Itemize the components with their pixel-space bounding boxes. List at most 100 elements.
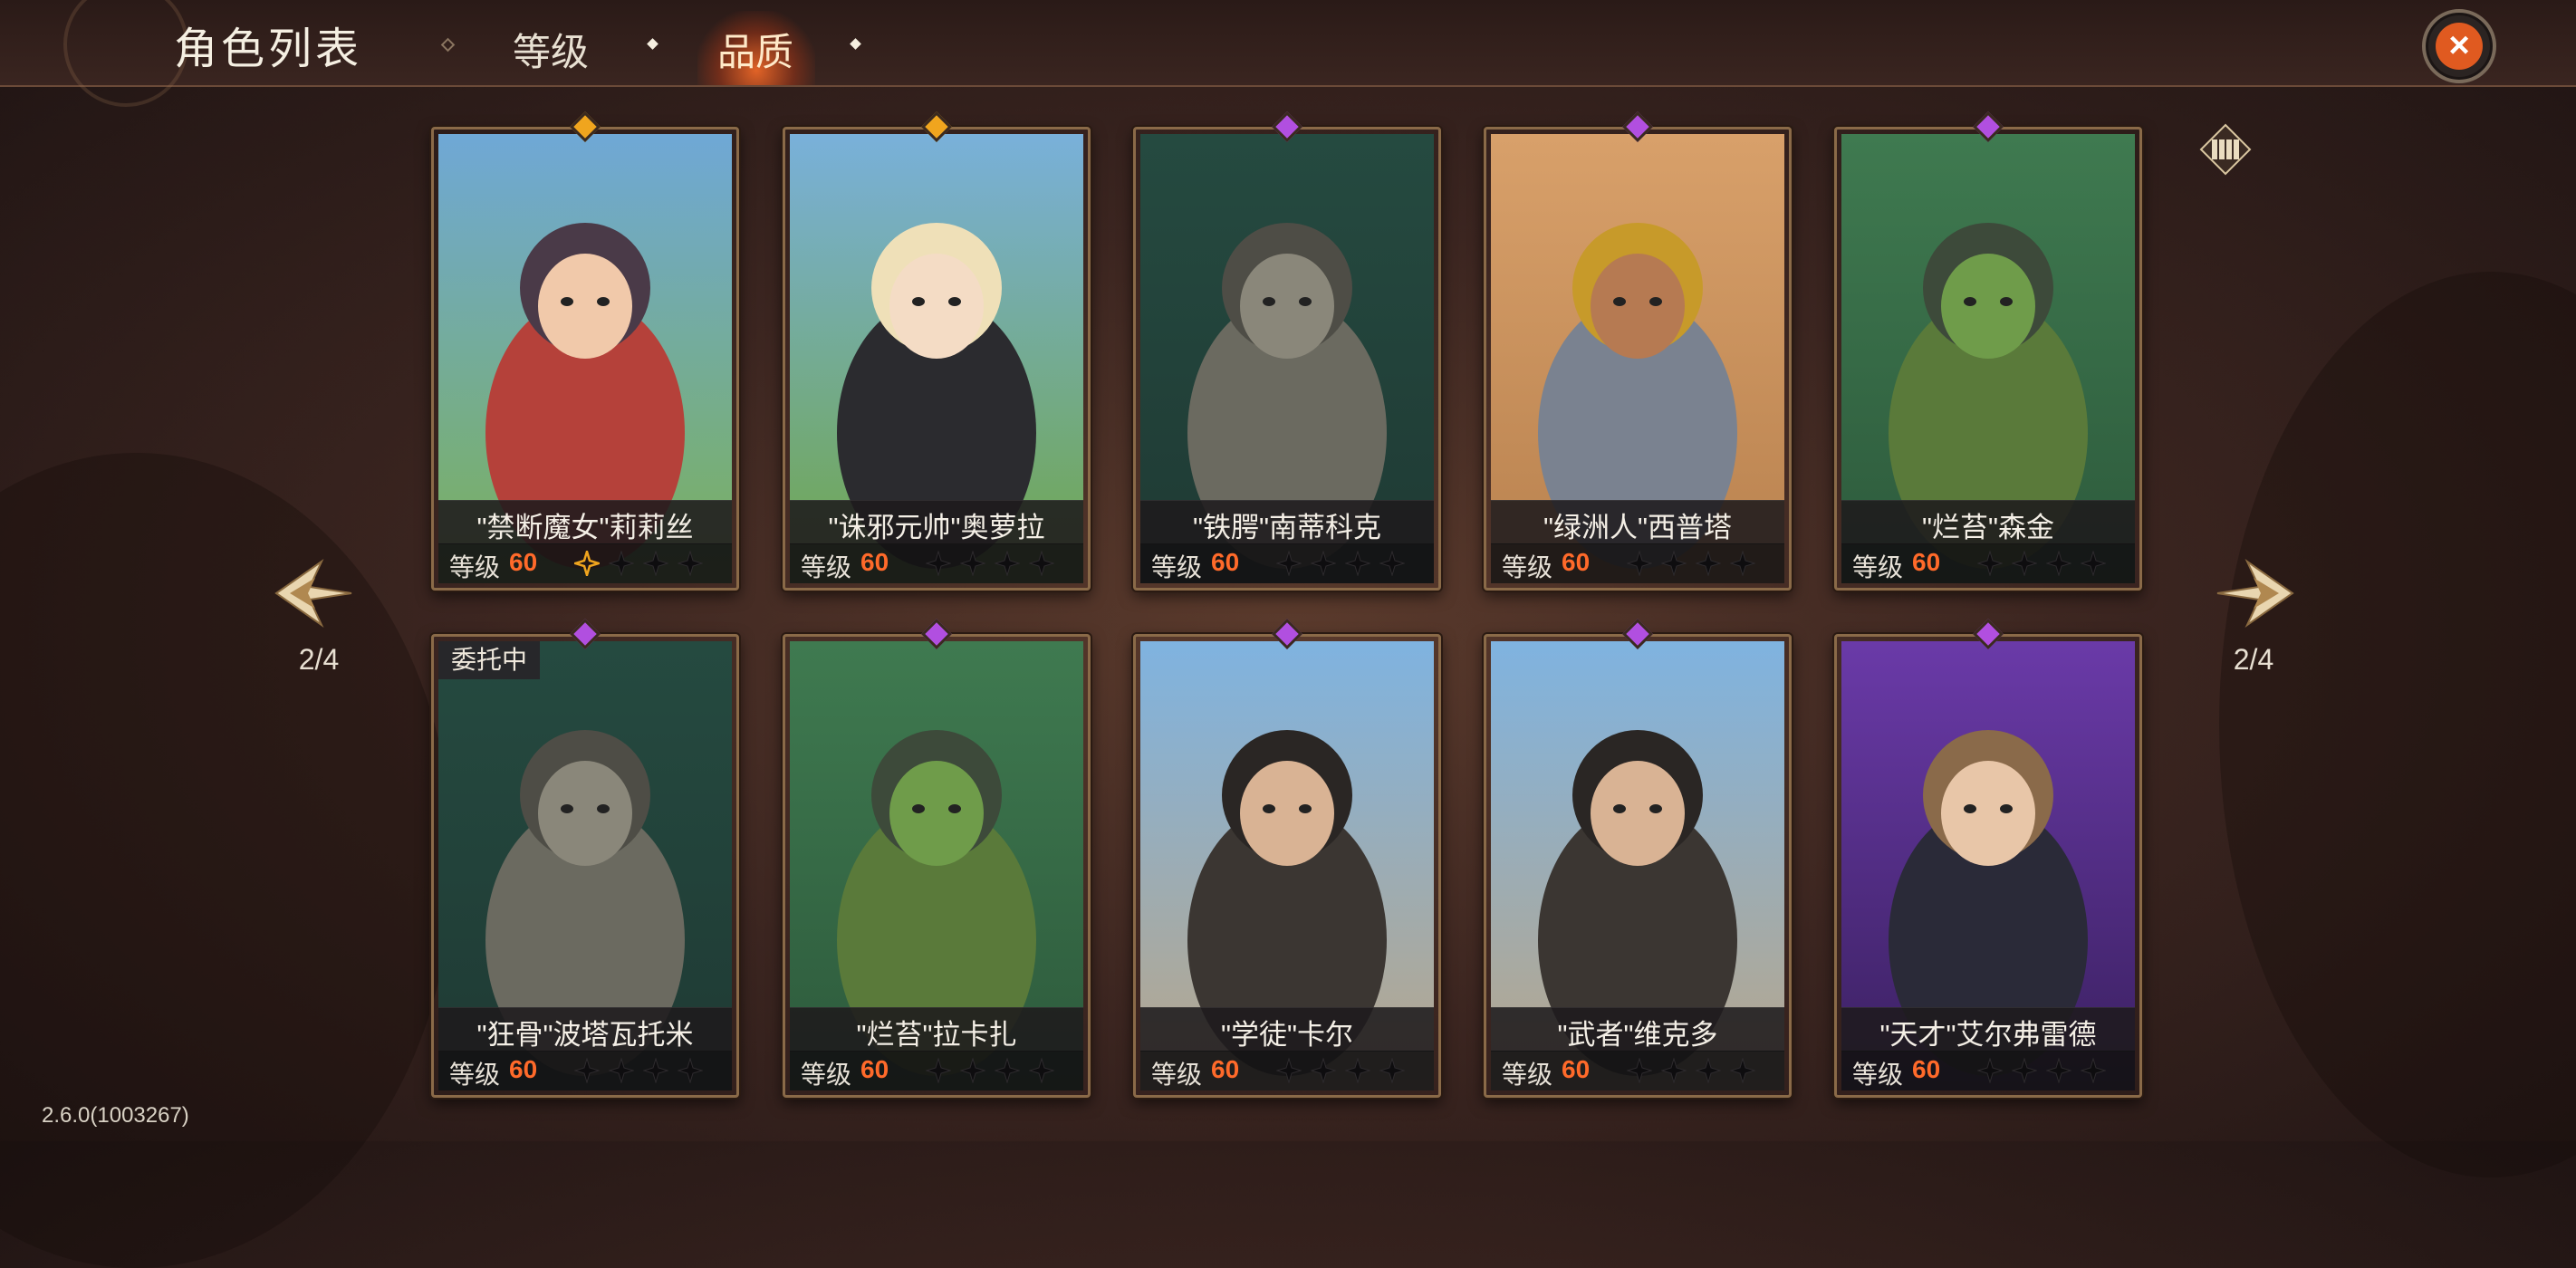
character-name: "天才"艾尔弗雷德: [1879, 1019, 2097, 1051]
star-empty-icon: [1977, 551, 2003, 576]
character-name: "烂苔"森金: [1921, 512, 2054, 543]
version-label: 2.6.0(1003267): [42, 1103, 189, 1128]
star-empty-icon: [1379, 1058, 1405, 1083]
star-empty-icon: [1276, 551, 1302, 576]
star-empty-icon: [995, 551, 1020, 576]
level-value: 60: [1912, 1055, 1941, 1083]
name-bar: "天才"艾尔弗雷德: [1841, 1007, 2135, 1052]
star-empty-icon: [2046, 551, 2071, 576]
name-bar: "禁断魔女"莉莉丝: [438, 500, 732, 544]
star-rating: [926, 1058, 1063, 1085]
character-name: "烂苔"拉卡扎: [856, 1019, 1017, 1051]
star-rating: [574, 1058, 712, 1085]
level-value: 60: [860, 548, 889, 576]
level-bar: 等级 60: [1841, 543, 2135, 583]
star-rating: [1276, 551, 1414, 578]
character-card[interactable]: "诛邪元帅"奥萝拉 等级 60: [783, 111, 1091, 591]
level-label: 等级: [1151, 553, 1203, 581]
level-bar: 等级 60: [790, 1051, 1083, 1090]
star-empty-icon: [1345, 551, 1370, 576]
star-empty-icon: [2081, 1058, 2106, 1083]
star-rating: [574, 551, 712, 578]
grid-view-icon[interactable]: [2199, 123, 2252, 176]
level-label: 等级: [801, 1061, 852, 1089]
tab-separator-icon: [647, 38, 658, 50]
star-empty-icon: [1311, 1058, 1336, 1083]
name-bar: "诛邪元帅"奥萝拉: [790, 500, 1083, 544]
star-empty-icon: [643, 1058, 668, 1083]
star-empty-icon: [1311, 551, 1336, 576]
star-empty-icon: [643, 551, 668, 576]
star-empty-icon: [1379, 551, 1405, 576]
character-name: "学徒"卡尔: [1220, 1019, 1353, 1051]
level-bar: 等级 60: [1491, 543, 1784, 583]
star-empty-icon: [678, 1058, 703, 1083]
level-bar: 等级 60: [1491, 1051, 1784, 1090]
star-empty-icon: [678, 551, 703, 576]
level-value: 60: [1211, 548, 1240, 576]
background-shadow: [0, 453, 453, 1268]
character-name: "铁腭"南蒂科克: [1192, 512, 1381, 543]
star-rating: [1276, 1058, 1414, 1085]
character-card[interactable]: "烂苔"森金 等级 60: [1834, 111, 2142, 591]
star-empty-icon: [1276, 1058, 1302, 1083]
star-empty-icon: [609, 1058, 634, 1083]
star-empty-icon: [609, 551, 634, 576]
level-label: 等级: [449, 1061, 501, 1089]
level-bar: 等级 60: [438, 1051, 732, 1090]
character-card[interactable]: "烂苔"拉卡扎 等级 60: [783, 619, 1091, 1098]
star-empty-icon: [1627, 1058, 1652, 1083]
level-label: 等级: [1852, 553, 1904, 581]
character-name: "武者"维克多: [1557, 1019, 1718, 1051]
tab-quality[interactable]: 品质: [717, 22, 793, 77]
level-bar: 等级 60: [790, 543, 1083, 583]
close-icon: ×: [2436, 23, 2483, 70]
character-card[interactable]: "武者"维克多 等级 60: [1484, 619, 1792, 1098]
character-name: "绿洲人"西普塔: [1543, 512, 1732, 543]
next-page-arrow-icon[interactable]: [2216, 552, 2297, 634]
star-empty-icon: [1627, 551, 1652, 576]
level-label: 等级: [1852, 1061, 1904, 1089]
star-rating: [926, 551, 1063, 578]
page-title: 角色列表: [174, 25, 363, 73]
star-empty-icon: [960, 551, 985, 576]
level-value: 60: [509, 1055, 538, 1083]
character-card[interactable]: "学徒"卡尔 等级 60: [1133, 619, 1441, 1098]
star-empty-icon: [1696, 551, 1721, 576]
tab-separator-icon: [440, 37, 456, 53]
star-empty-icon: [1029, 1058, 1054, 1083]
name-bar: "烂苔"森金: [1841, 500, 2135, 544]
character-card[interactable]: "天才"艾尔弗雷德等级 60: [1834, 619, 2142, 1098]
star-rating: [1627, 551, 1764, 578]
tab-level[interactable]: 等级: [513, 22, 589, 77]
star-empty-icon: [1730, 1058, 1755, 1083]
character-name: "狂骨"波塔瓦托米: [476, 1019, 694, 1051]
star-rating: [1977, 1058, 2115, 1085]
star-empty-icon: [2012, 551, 2037, 576]
character-card[interactable]: "铁腭"南蒂科克等级 60: [1133, 111, 1441, 591]
level-value: 60: [509, 548, 538, 576]
star-filled-icon: [574, 551, 600, 576]
character-card[interactable]: "禁断魔女"莉莉丝等级 60: [431, 111, 739, 591]
level-bar: 等级 60: [1140, 1051, 1434, 1090]
star-empty-icon: [960, 1058, 985, 1083]
character-card[interactable]: 委托中 "狂骨"波塔瓦托米等级 60: [431, 619, 739, 1098]
level-label: 等级: [449, 553, 501, 581]
star-rating: [1627, 1058, 1764, 1085]
name-bar: "绿洲人"西普塔: [1491, 500, 1784, 544]
level-bar: 等级 60: [438, 543, 732, 583]
star-empty-icon: [1730, 551, 1755, 576]
star-empty-icon: [2012, 1058, 2037, 1083]
star-empty-icon: [926, 551, 951, 576]
star-rating: [1977, 551, 2115, 578]
close-button[interactable]: ×: [2422, 9, 2496, 83]
name-bar: "狂骨"波塔瓦托米: [438, 1007, 732, 1052]
status-badge: 委托中: [438, 641, 541, 679]
prev-page-arrow-icon[interactable]: [272, 552, 353, 634]
star-empty-icon: [2081, 551, 2106, 576]
tab-separator-icon: [850, 38, 861, 50]
character-card[interactable]: "绿洲人"西普塔 等级 60: [1484, 111, 1792, 591]
top-bar: 角色列表 等级 品质 ×: [0, 0, 2576, 107]
level-bar: 等级 60: [1140, 543, 1434, 583]
star-empty-icon: [1345, 1058, 1370, 1083]
